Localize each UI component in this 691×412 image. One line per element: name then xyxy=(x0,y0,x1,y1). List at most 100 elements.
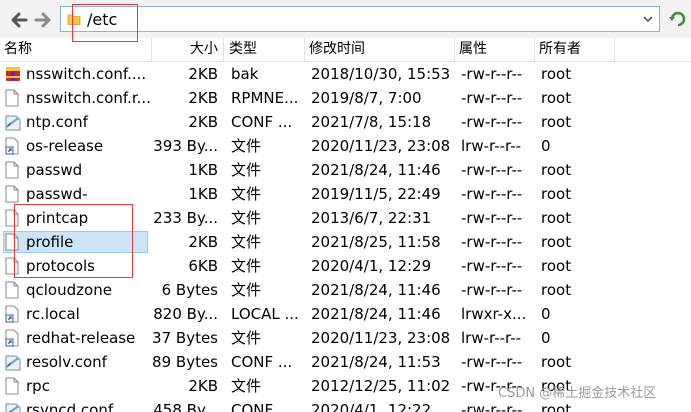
file-owner: root xyxy=(541,281,572,299)
file-type: 文件 xyxy=(231,257,262,275)
file-type: bak xyxy=(231,65,259,83)
address-dropdown-button[interactable] xyxy=(640,11,656,27)
file-attributes: lrw-r--r-- xyxy=(461,137,522,155)
file-mtime: 2019/8/7, 7:00 xyxy=(311,89,422,107)
file-mtime: 2020/4/1, 12:29 xyxy=(311,257,432,275)
column-header: 名称 大小 类型 修改时间 属性 所有者 xyxy=(0,38,691,62)
file-size: 89 Bytes xyxy=(152,353,218,371)
file-icon xyxy=(5,377,21,395)
forward-button[interactable] xyxy=(33,10,53,30)
file-name: nsswitch.conf.... xyxy=(26,65,147,83)
file-mtime: 2013/6/7, 22:31 xyxy=(311,209,432,227)
file-icon xyxy=(5,89,21,107)
file-row[interactable]: passwd- 1KB 文件 2019/11/5, 22:49 -rw-r--r-- ro… xyxy=(0,182,691,206)
refresh-button[interactable] xyxy=(667,8,689,30)
file-size: 1KB xyxy=(188,185,218,203)
column-header-owner[interactable]: 所有者 xyxy=(535,38,615,61)
file-name: rc.local xyxy=(26,305,80,323)
file-icon xyxy=(5,281,21,299)
file-mtime: 2020/11/23, 23:08 xyxy=(311,137,451,155)
file-row[interactable]: redhat-release 37 Bytes 文件 2020/11/23, 23:0… xyxy=(0,326,691,350)
file-owner: root xyxy=(541,161,572,179)
file-size: 6 Bytes xyxy=(161,281,218,299)
file-row[interactable]: resolv.conf 89 Bytes CONF ... 2021/8/24, 11… xyxy=(0,350,691,374)
file-mtime: 2020/4/1, 12:22 xyxy=(311,401,432,412)
file-type: CONF ... xyxy=(231,113,293,131)
watermark: CSDN @稀土掘金技术社区 xyxy=(498,386,657,401)
file-owner: root xyxy=(541,185,572,203)
file-mtime: 2018/10/30, 15:53 xyxy=(311,65,451,83)
arrow-left-icon xyxy=(11,12,28,28)
file-row[interactable]: printcap 233 By... 文件 2013/6/7, 22:31 -rw-r-… xyxy=(0,206,691,230)
file-attributes: lrw-r--r-- xyxy=(461,329,522,347)
file-row[interactable]: nsswitch.conf.... 2KB bak 2018/10/30, 15:53… xyxy=(0,62,691,86)
file-row[interactable]: rc.local 820 By... LOCAL ... 2021/8/24, 11:… xyxy=(0,302,691,326)
file-name: rpc xyxy=(26,377,50,395)
link-file-icon xyxy=(5,137,21,155)
file-mtime: 2021/7/8, 15:18 xyxy=(311,113,432,131)
file-name: qcloudzone xyxy=(26,281,112,299)
file-name: ntp.conf xyxy=(26,113,88,131)
file-mtime: 2021/8/24, 11:46 xyxy=(311,281,441,299)
file-mtime: 2019/11/5, 22:49 xyxy=(311,185,441,203)
file-size: 6KB xyxy=(188,257,218,275)
file-name: rsyncd.conf xyxy=(26,401,114,412)
file-attributes: -rw-r--r-- xyxy=(461,89,523,107)
file-owner: root xyxy=(541,65,572,83)
file-icon xyxy=(5,209,21,227)
file-name: protocols xyxy=(26,257,96,275)
file-type: 文件 xyxy=(231,161,262,179)
column-header-name[interactable]: 名称 xyxy=(0,38,152,61)
file-attributes: -rw-r--r-- xyxy=(461,281,523,299)
file-size: 393 By... xyxy=(153,137,218,155)
file-name: os-release xyxy=(26,137,104,155)
file-owner: root xyxy=(541,209,572,227)
file-row[interactable]: os-release 393 By... 文件 2020/11/23, 23:08 lr… xyxy=(0,134,691,158)
file-size: 2KB xyxy=(188,377,218,395)
file-icon xyxy=(5,161,21,179)
file-attributes: -rw-r--r-- xyxy=(461,233,523,251)
file-name: passwd xyxy=(26,161,83,179)
navigation-bar: /etc xyxy=(0,0,691,39)
back-button[interactable] xyxy=(9,10,29,30)
file-mtime: 2021/8/24, 11:46 xyxy=(311,305,441,323)
file-icon xyxy=(5,185,21,203)
file-name: passwd- xyxy=(26,185,88,203)
config-file-icon xyxy=(5,401,21,412)
file-attributes: lrwxr-x... xyxy=(461,305,527,323)
file-type: 文件 xyxy=(231,137,262,155)
file-name: printcap xyxy=(26,209,89,227)
file-row[interactable]: nsswitch.conf.r... 2KB RPMNE... 2019/8/7, 7… xyxy=(0,86,691,110)
address-bar[interactable]: /etc xyxy=(60,6,660,32)
file-attributes: -rw-r--r-- xyxy=(461,353,523,371)
file-name: profile xyxy=(26,233,74,251)
file-row[interactable]: ntp.conf 2KB CONF ... 2021/7/8, 15:18 -rw-r-… xyxy=(0,110,691,134)
file-browser-window: /etc 名称 大小 类型 修改时间 属性 所有者 nsswitch.conf.… xyxy=(0,0,691,412)
file-size: 233 By... xyxy=(153,209,218,227)
file-type: 文件 xyxy=(231,281,262,299)
file-row-selected[interactable]: profile 2KB 文件 2021/8/25, 11:58 -rw-r--r-- ro… xyxy=(0,230,691,254)
file-size: 2KB xyxy=(188,65,218,83)
file-attributes: -rw-r--r-- xyxy=(461,113,523,131)
file-row[interactable]: protocols 6KB 文件 2020/4/1, 12:29 -rw-r--r-- r… xyxy=(0,254,691,278)
file-type: RPMNE... xyxy=(231,89,299,107)
file-owner: 0 xyxy=(541,329,551,347)
column-header-mtime[interactable]: 修改时间 xyxy=(305,38,455,61)
file-owner: 0 xyxy=(541,137,551,155)
column-header-attributes[interactable]: 属性 xyxy=(455,38,535,61)
file-size: 820 By... xyxy=(153,305,218,323)
link-file-icon xyxy=(5,329,21,347)
file-row[interactable]: passwd 1KB 文件 2021/8/24, 11:46 -rw-r--r-- roo… xyxy=(0,158,691,182)
file-type: CONF ... xyxy=(231,401,293,412)
file-mtime: 2020/11/23, 23:08 xyxy=(311,329,451,347)
file-owner: root xyxy=(541,89,572,107)
file-mtime: 2021/8/24, 11:46 xyxy=(311,161,441,179)
file-icon xyxy=(5,257,21,275)
file-attributes: -rw-r--r-- xyxy=(461,161,523,179)
file-row[interactable]: qcloudzone 6 Bytes 文件 2021/8/24, 11:46 -rw-r… xyxy=(0,278,691,302)
column-header-size[interactable]: 大小 xyxy=(152,38,224,61)
column-header-type[interactable]: 类型 xyxy=(225,38,305,61)
file-type: 文件 xyxy=(231,185,262,203)
config-file-icon xyxy=(5,113,21,131)
file-name: redhat-release xyxy=(26,329,136,347)
